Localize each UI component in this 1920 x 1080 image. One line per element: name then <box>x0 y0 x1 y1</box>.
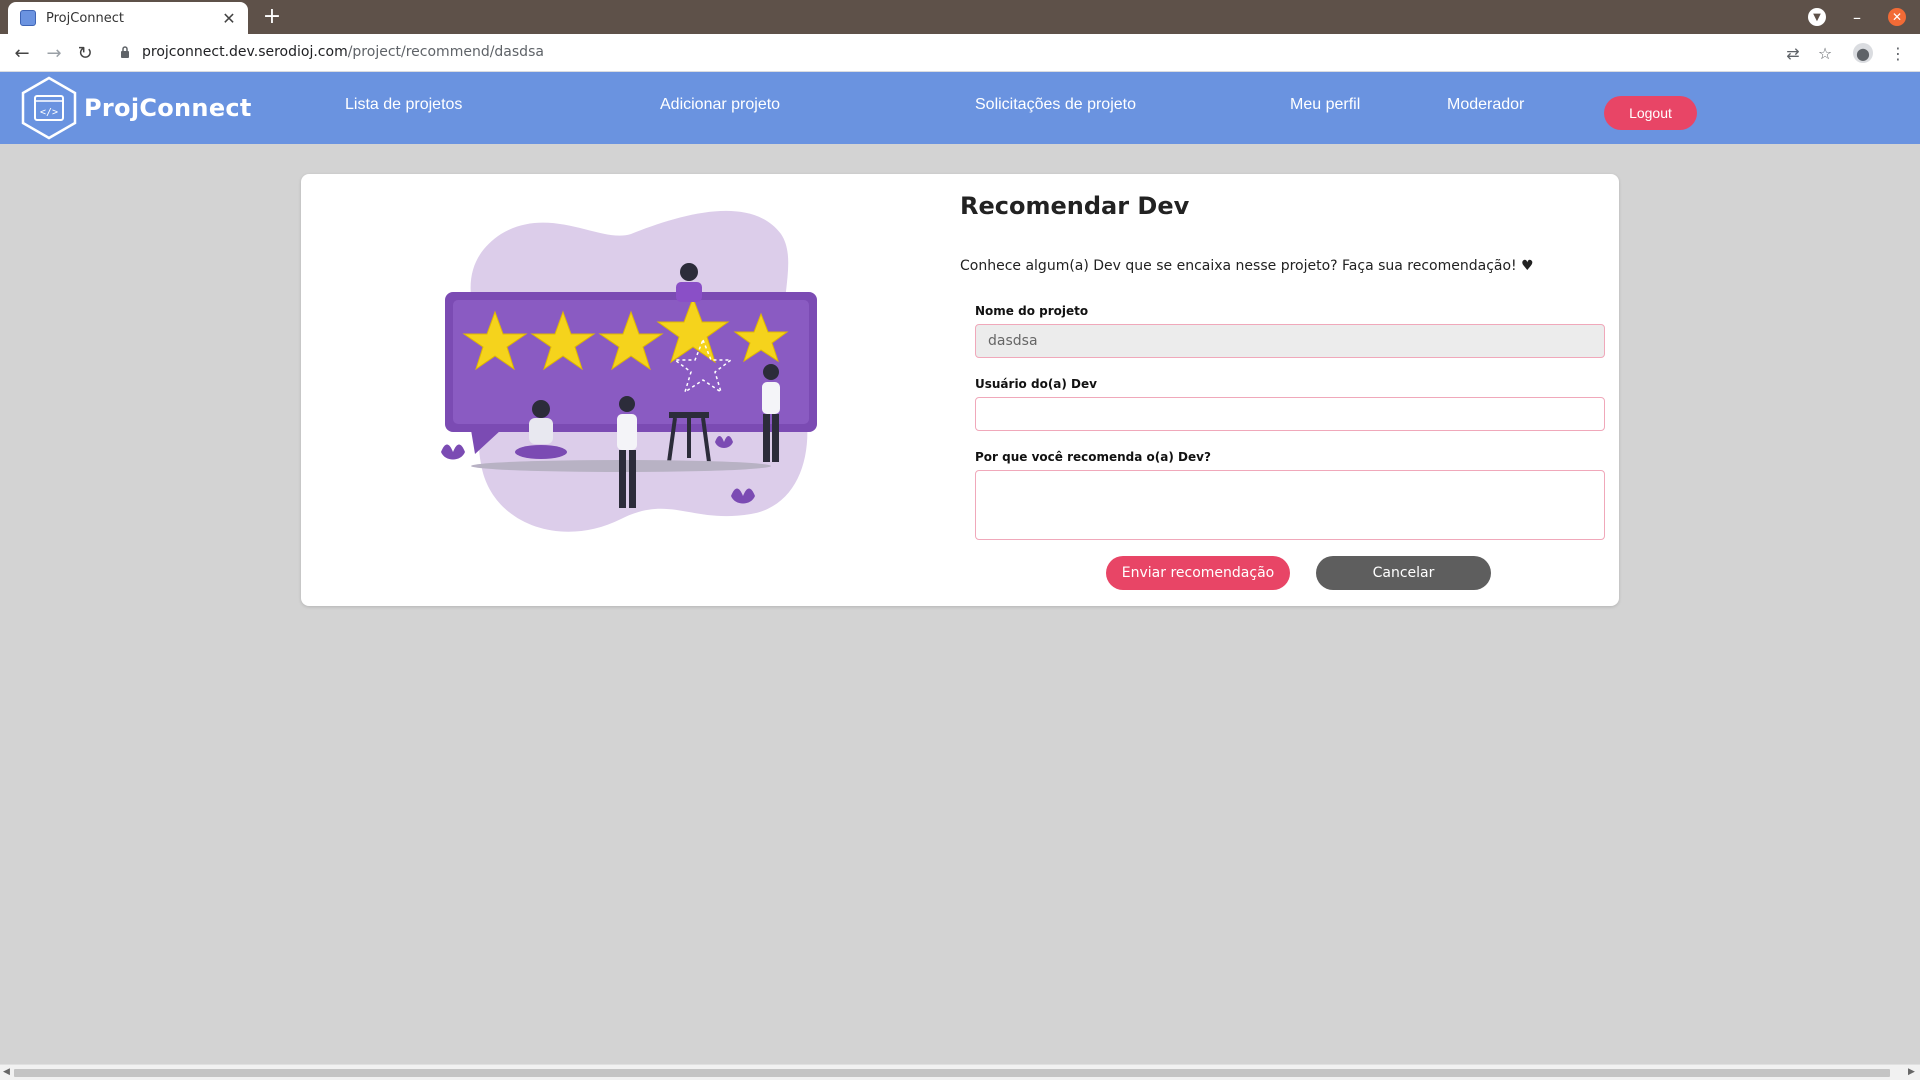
reload-icon[interactable]: ↻ <box>74 42 96 64</box>
nav-moderador[interactable]: Moderador <box>1447 96 1524 114</box>
logo[interactable]: </> ProjConnect <box>20 76 252 140</box>
rating-stars-illustration <box>441 210 817 532</box>
scrollbar-thumb[interactable] <box>14 1069 1890 1077</box>
nav-lista-de-projetos[interactable]: Lista de projetos <box>345 96 462 114</box>
browser-address-bar: ← → ↻ projconnect.dev.serodioj.com/proje… <box>0 34 1920 72</box>
app-header: </> ProjConnect Lista de projetos Adicio… <box>0 72 1920 144</box>
logo-text: ProjConnect <box>84 94 252 122</box>
tab-title: ProjConnect <box>46 10 124 26</box>
bookmark-star-icon[interactable]: ☆ <box>1815 43 1835 63</box>
send-recommendation-button[interactable]: Enviar recomendação <box>1106 556 1290 590</box>
nav-adicionar-projeto[interactable]: Adicionar projeto <box>660 96 780 114</box>
project-name-field[interactable] <box>975 324 1605 358</box>
recommend-card: Recomendar Dev Conhece algum(a) Dev que … <box>301 174 1619 606</box>
back-arrow-icon[interactable]: ← <box>11 42 33 64</box>
url-domain: projconnect.dev.serodioj.com <box>142 44 348 60</box>
nav-meu-perfil[interactable]: Meu perfil <box>1290 96 1360 114</box>
tab-search-icon[interactable]: ▼ <box>1808 8 1826 26</box>
cancel-button[interactable]: Cancelar <box>1316 556 1491 590</box>
reason-label: Por que você recomenda o(a) Dev? <box>975 450 1211 464</box>
close-tab-icon[interactable]: ✕ <box>220 9 238 28</box>
menu-kebab-icon[interactable]: ⋮ <box>1888 43 1908 63</box>
forward-arrow-icon[interactable]: → <box>43 42 65 64</box>
scroll-left-icon[interactable]: ◀ <box>3 1067 10 1077</box>
minimize-icon[interactable]: – <box>1848 8 1866 27</box>
project-name-label: Nome do projeto <box>975 304 1089 318</box>
page-title: Recomendar Dev <box>960 192 1190 220</box>
new-tab-icon[interactable]: + <box>260 4 284 29</box>
form-intro: Conhece algum(a) Dev que se encaixa ness… <box>960 258 1534 274</box>
logout-button[interactable]: Logout <box>1604 96 1697 130</box>
favicon-icon <box>20 10 36 26</box>
dev-user-field[interactable] <box>975 397 1605 431</box>
url-path: /project/recommend/dasdsa <box>347 44 544 60</box>
reason-textarea[interactable] <box>975 470 1605 540</box>
url-field[interactable]: projconnect.dev.serodioj.com/project/rec… <box>142 44 544 60</box>
browser-tab[interactable]: ProjConnect ✕ <box>8 2 248 34</box>
lock-icon <box>121 46 129 58</box>
window-close-icon[interactable]: ✕ <box>1888 8 1906 26</box>
browser-tabbar: ProjConnect ✕ + ▼ – ✕ <box>0 0 1920 34</box>
translate-icon[interactable]: ⇄ <box>1783 43 1803 63</box>
horizontal-scrollbar[interactable]: ◀ ▶ <box>0 1064 1920 1080</box>
nav-solicitacoes-de-projeto[interactable]: Solicitações de projeto <box>975 96 1136 114</box>
scroll-right-icon[interactable]: ▶ <box>1908 1067 1915 1077</box>
logo-hexagon-icon: </> <box>21 76 77 140</box>
svg-text:</>: </> <box>40 107 58 118</box>
dev-user-label: Usuário do(a) Dev <box>975 377 1097 391</box>
profile-icon[interactable]: ● <box>1853 43 1873 63</box>
